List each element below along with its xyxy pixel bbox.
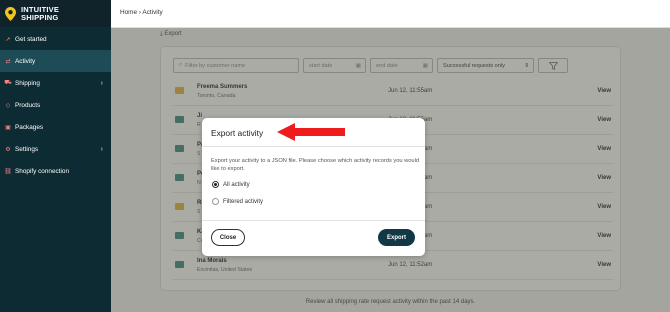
sidebar-item-packages[interactable]: ▣ Packages: [0, 116, 111, 138]
red-arrow-annotation: [277, 123, 345, 141]
sidebar: INTUITIVE SHIPPING ➚ Get started ⇄ Activ…: [0, 0, 111, 312]
divider: [202, 220, 425, 221]
truck-icon: ⛟: [4, 80, 12, 86]
breadcrumb-home[interactable]: Home: [120, 9, 137, 16]
breadcrumb: Home › Activity: [120, 9, 163, 16]
sidebar-item-label: Packages: [15, 123, 44, 131]
top-bar: Home › Activity: [111, 0, 670, 28]
sidebar-item-shipping[interactable]: ⛟ Shipping ›: [0, 72, 111, 94]
sidebar-item-label: Products: [15, 101, 41, 109]
divider: [202, 146, 425, 147]
close-button[interactable]: Close: [211, 229, 245, 246]
sidebar-item-label: Settings: [15, 145, 39, 153]
radio-all-activity[interactable]: All activity: [212, 181, 250, 188]
sidebar-item-get-started[interactable]: ➚ Get started: [0, 28, 111, 50]
sidebar-item-label: Get started: [15, 35, 47, 43]
sidebar-item-label: Activity: [15, 57, 36, 65]
tag-icon: ◇: [5, 102, 11, 109]
package-icon: ▣: [5, 124, 11, 131]
chevron-right-icon: ›: [100, 79, 103, 87]
sidebar-item-label: Shopify connection: [15, 167, 70, 175]
sidebar-item-activity[interactable]: ⇄ Activity: [0, 50, 111, 72]
radio-button-checked[interactable]: [212, 181, 219, 188]
dialog-description: Export your activity to a JSON file. Ple…: [211, 158, 419, 172]
sidebar-nav: ➚ Get started ⇄ Activity ⛟ Shipping › ◇ …: [0, 27, 111, 182]
export-button[interactable]: Export: [378, 229, 415, 246]
chevron-right-icon: ›: [100, 145, 103, 153]
breadcrumb-separator: ›: [138, 9, 141, 16]
gear-icon: ⚙: [5, 146, 11, 153]
logo[interactable]: INTUITIVE SHIPPING: [0, 0, 111, 27]
logo-text: INTUITIVE SHIPPING: [21, 5, 59, 22]
breadcrumb-current: Activity: [142, 9, 163, 16]
sidebar-item-settings[interactable]: ⚙ Settings ›: [0, 138, 111, 160]
sidebar-item-label: Shipping: [15, 79, 40, 87]
radio-filtered-activity[interactable]: Filtered activity: [212, 198, 263, 205]
location-pin-icon: [5, 6, 16, 21]
sidebar-item-shopify-connection[interactable]: ⛓ Shopify connection: [0, 160, 111, 182]
logo-line-2: SHIPPING: [21, 12, 59, 22]
sidebar-item-products[interactable]: ◇ Products: [0, 94, 111, 116]
radio-button[interactable]: [212, 198, 219, 205]
radio-label: Filtered activity: [223, 198, 264, 205]
link-icon: ⛓: [4, 168, 12, 175]
activity-icon: ⇄: [5, 58, 11, 65]
radio-label: All activity: [223, 181, 250, 188]
dialog-title: Export activity: [211, 128, 264, 138]
rocket-icon: ➚: [5, 36, 11, 43]
